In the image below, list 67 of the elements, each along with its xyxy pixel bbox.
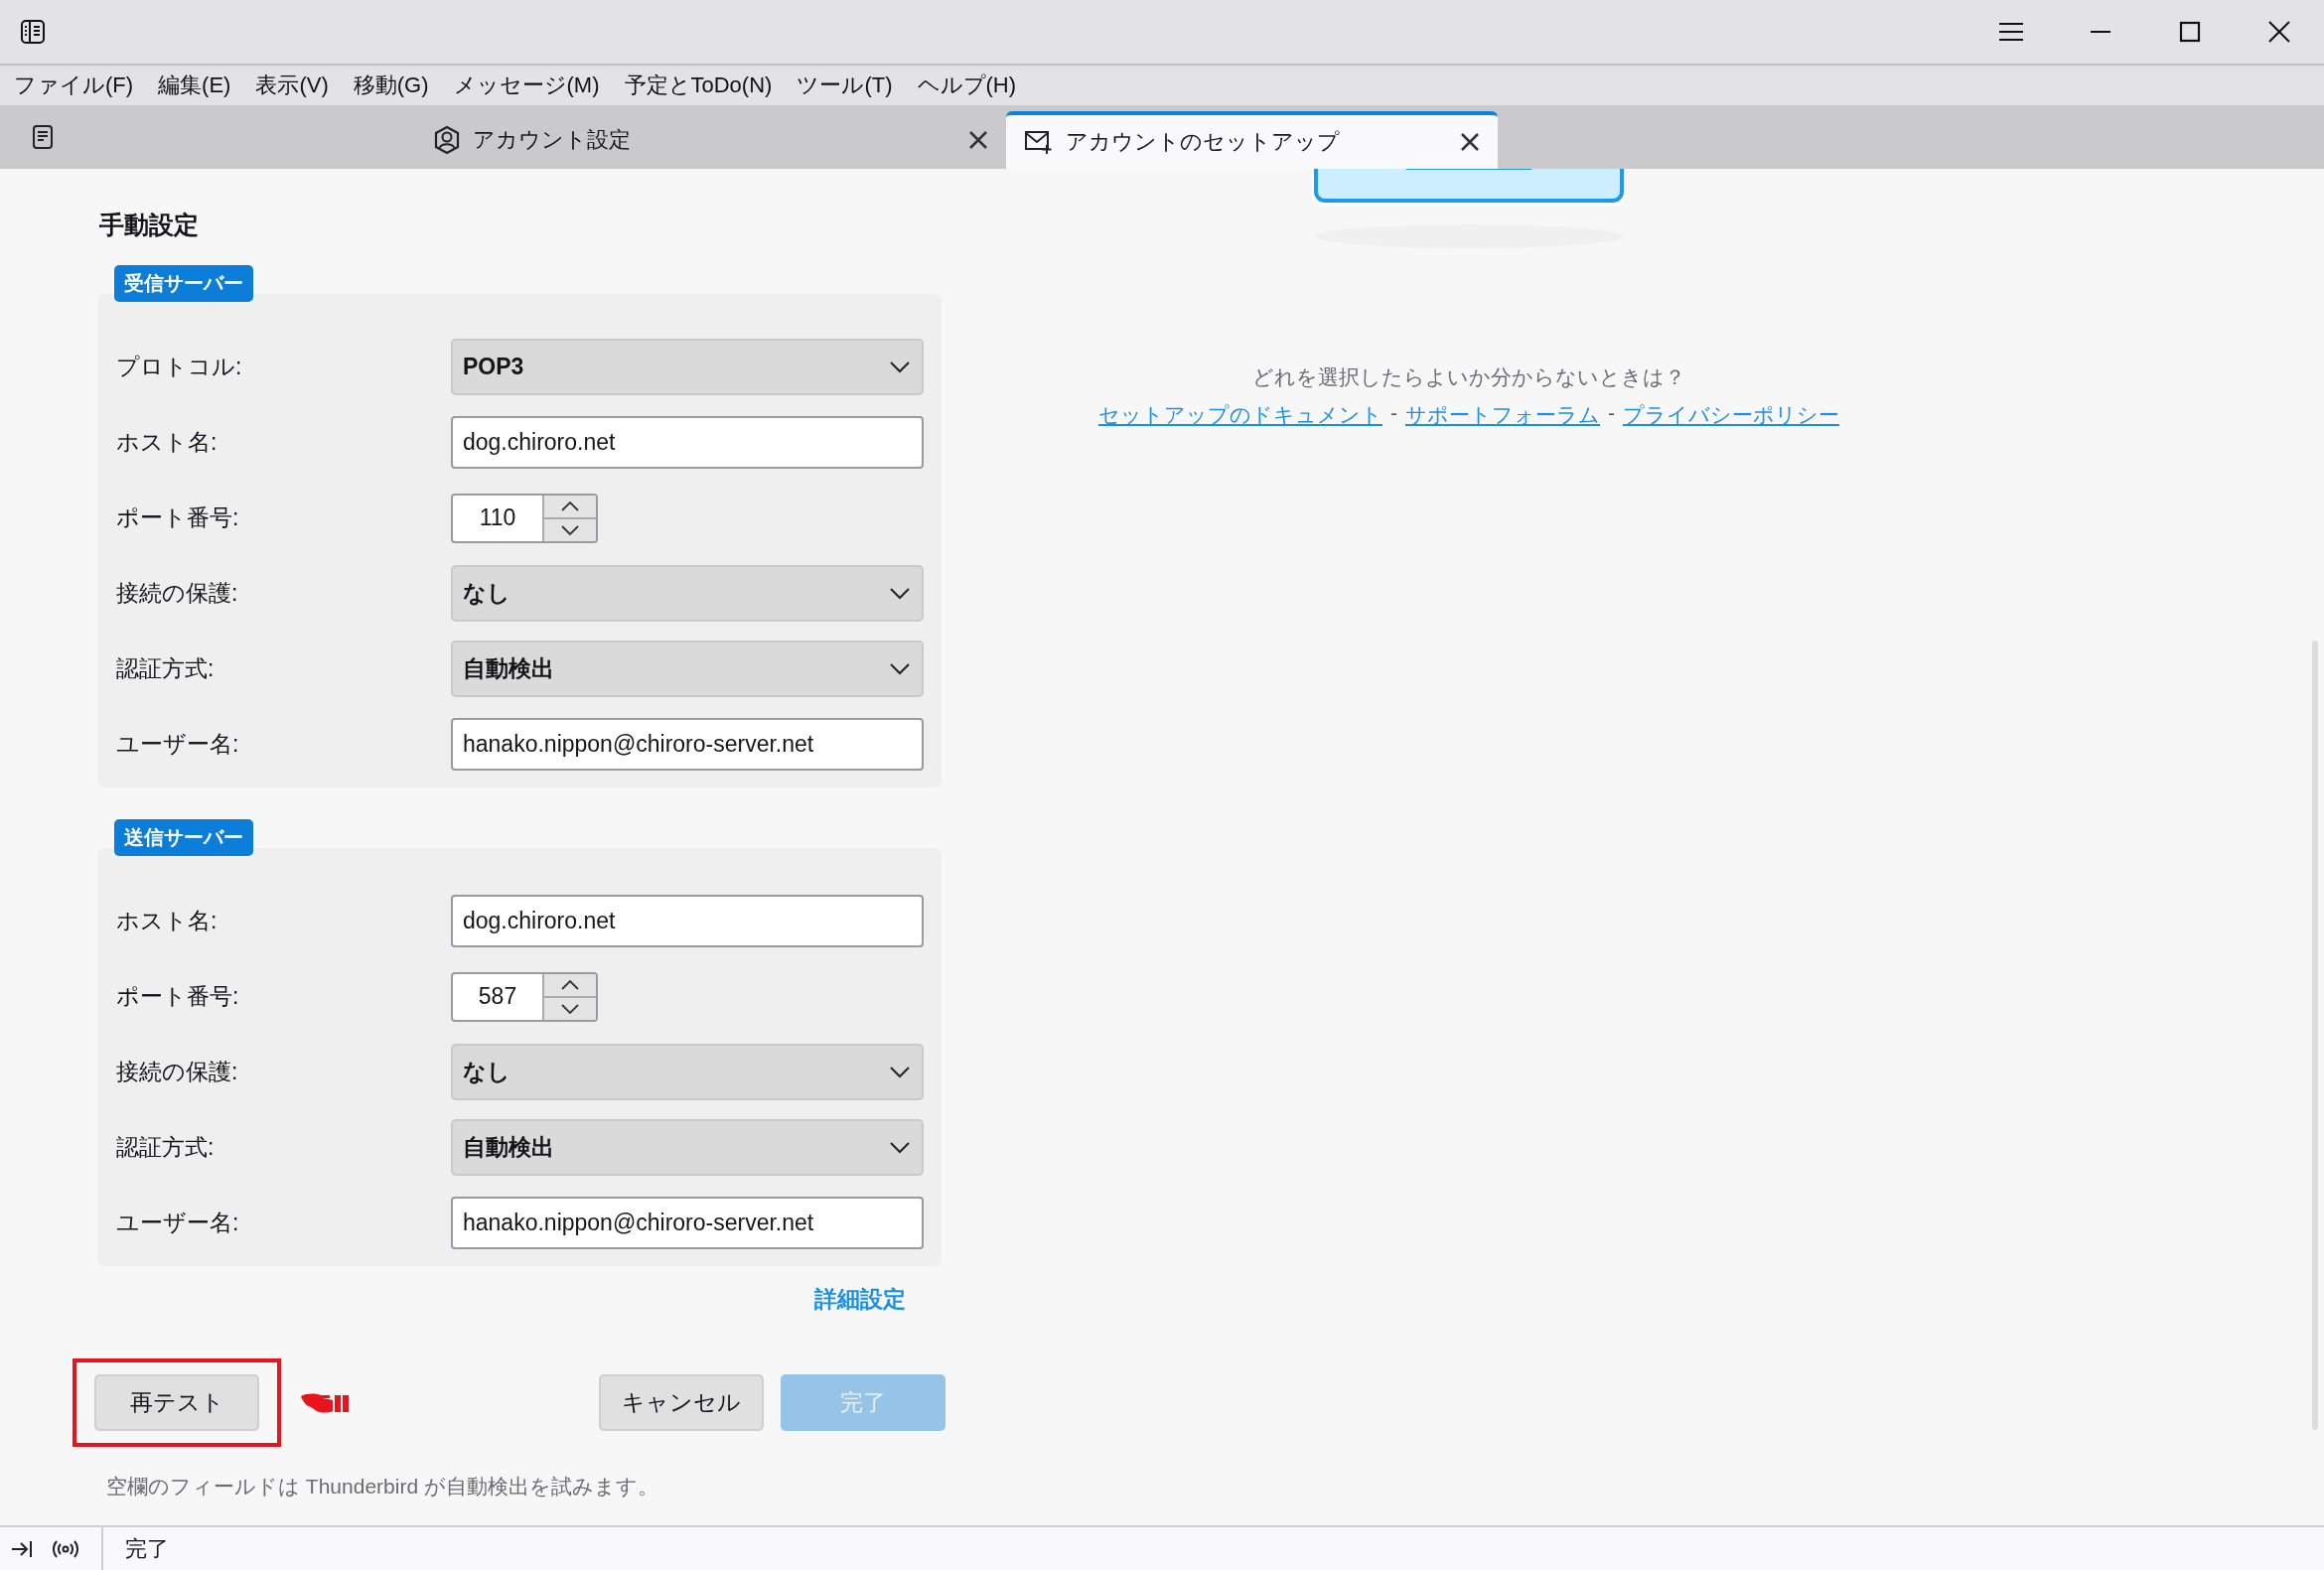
dropdown[interactable]: なし [451,1044,924,1100]
menu-item[interactable]: 表示(V) [255,71,329,100]
arrow-to-line-icon[interactable] [11,1540,33,1558]
section-heading: 手動設定 [99,210,200,240]
chevron-down-icon [890,1141,910,1154]
chevron-down-icon [890,360,910,373]
chevron-down-icon [890,662,910,675]
field-label: 接続の保護: [116,1058,239,1086]
hint-text: 空欄のフィールドは Thunderbird が自動検出を試みます。 [106,1474,659,1499]
dropdown[interactable]: POP3 [451,339,924,395]
tab[interactable]: アカウントのセットアップ [1006,111,1498,169]
chevron-down-icon[interactable] [561,524,579,535]
sidebar-icon[interactable] [20,19,46,45]
chevron-up-icon[interactable] [561,500,579,511]
scrollbar[interactable] [2312,641,2318,1430]
input-field[interactable]: hanako.nippon@chiroro-server.net [451,718,924,771]
menu-item[interactable]: 編集(E) [158,71,231,100]
account-icon [433,125,461,155]
close-icon[interactable] [1460,132,1480,152]
number-field[interactable]: 587 [451,971,598,1022]
section-badge: 受信サーバー [114,265,253,302]
section-badge: 送信サーバー [114,819,253,856]
chevron-down-icon[interactable] [561,1003,579,1014]
menu-item[interactable]: 移動(G) [353,71,429,100]
link-separator: - [1608,401,1615,426]
status-text: 完了 [125,1535,169,1563]
dropdown[interactable]: 自動検出 [451,641,924,697]
dropdown[interactable]: なし [451,565,924,622]
menu-item[interactable]: ファイル(F) [14,71,134,100]
retest-button[interactable]: 再テスト [94,1374,259,1431]
field-label: ホスト名: [116,907,218,935]
chevron-down-icon [890,1066,910,1078]
menu-item[interactable]: ツール(T) [797,71,893,100]
input-field[interactable]: dog.chiroro.net [451,895,924,947]
maximize-icon[interactable] [2179,21,2201,43]
chevron-down-icon [890,587,910,600]
link-separator: - [1390,401,1397,426]
pointing-hand-icon [301,1391,349,1414]
tab-label: アカウントのセットアップ [1066,128,1340,156]
field-label: プロトコル: [116,353,243,381]
field-label: ポート番号: [116,982,240,1011]
dropdown[interactable]: 自動検出 [451,1119,924,1176]
field-label: 認証方式: [116,654,216,683]
tab-label: アカウント設定 [473,126,631,154]
menu-item[interactable]: 予定とToDo(N) [624,71,773,100]
field-label: 接続の保護: [116,579,239,608]
menu-icon[interactable] [1998,22,2024,42]
broadcast-icon[interactable] [53,1539,78,1559]
number-field[interactable]: 110 [451,493,598,543]
document-icon[interactable] [32,124,54,150]
menu-item[interactable]: メッセージ(M) [453,71,600,100]
input-field[interactable]: dog.chiroro.net [451,416,924,469]
field-label: ユーザー名: [116,730,240,759]
field-label: ホスト名: [116,428,218,457]
close-icon[interactable] [968,130,988,150]
envelope-plus-icon [1024,129,1054,155]
field-label: ユーザー名: [116,1209,240,1237]
chevron-up-icon[interactable] [561,979,579,990]
close-icon[interactable] [2267,20,2291,44]
menu-item[interactable]: ヘルプ(H) [917,71,1017,100]
minimize-icon[interactable] [2090,30,2111,34]
help-question: どれを選択したらよいか分からないときは？ [1252,364,1685,390]
input-field[interactable]: hanako.nippon@chiroro-server.net [451,1197,924,1249]
cancel-button[interactable]: キャンセル [599,1374,764,1431]
field-label: 認証方式: [116,1133,216,1162]
tab[interactable]: アカウント設定 [77,111,1006,169]
field-label: ポート番号: [116,503,240,532]
